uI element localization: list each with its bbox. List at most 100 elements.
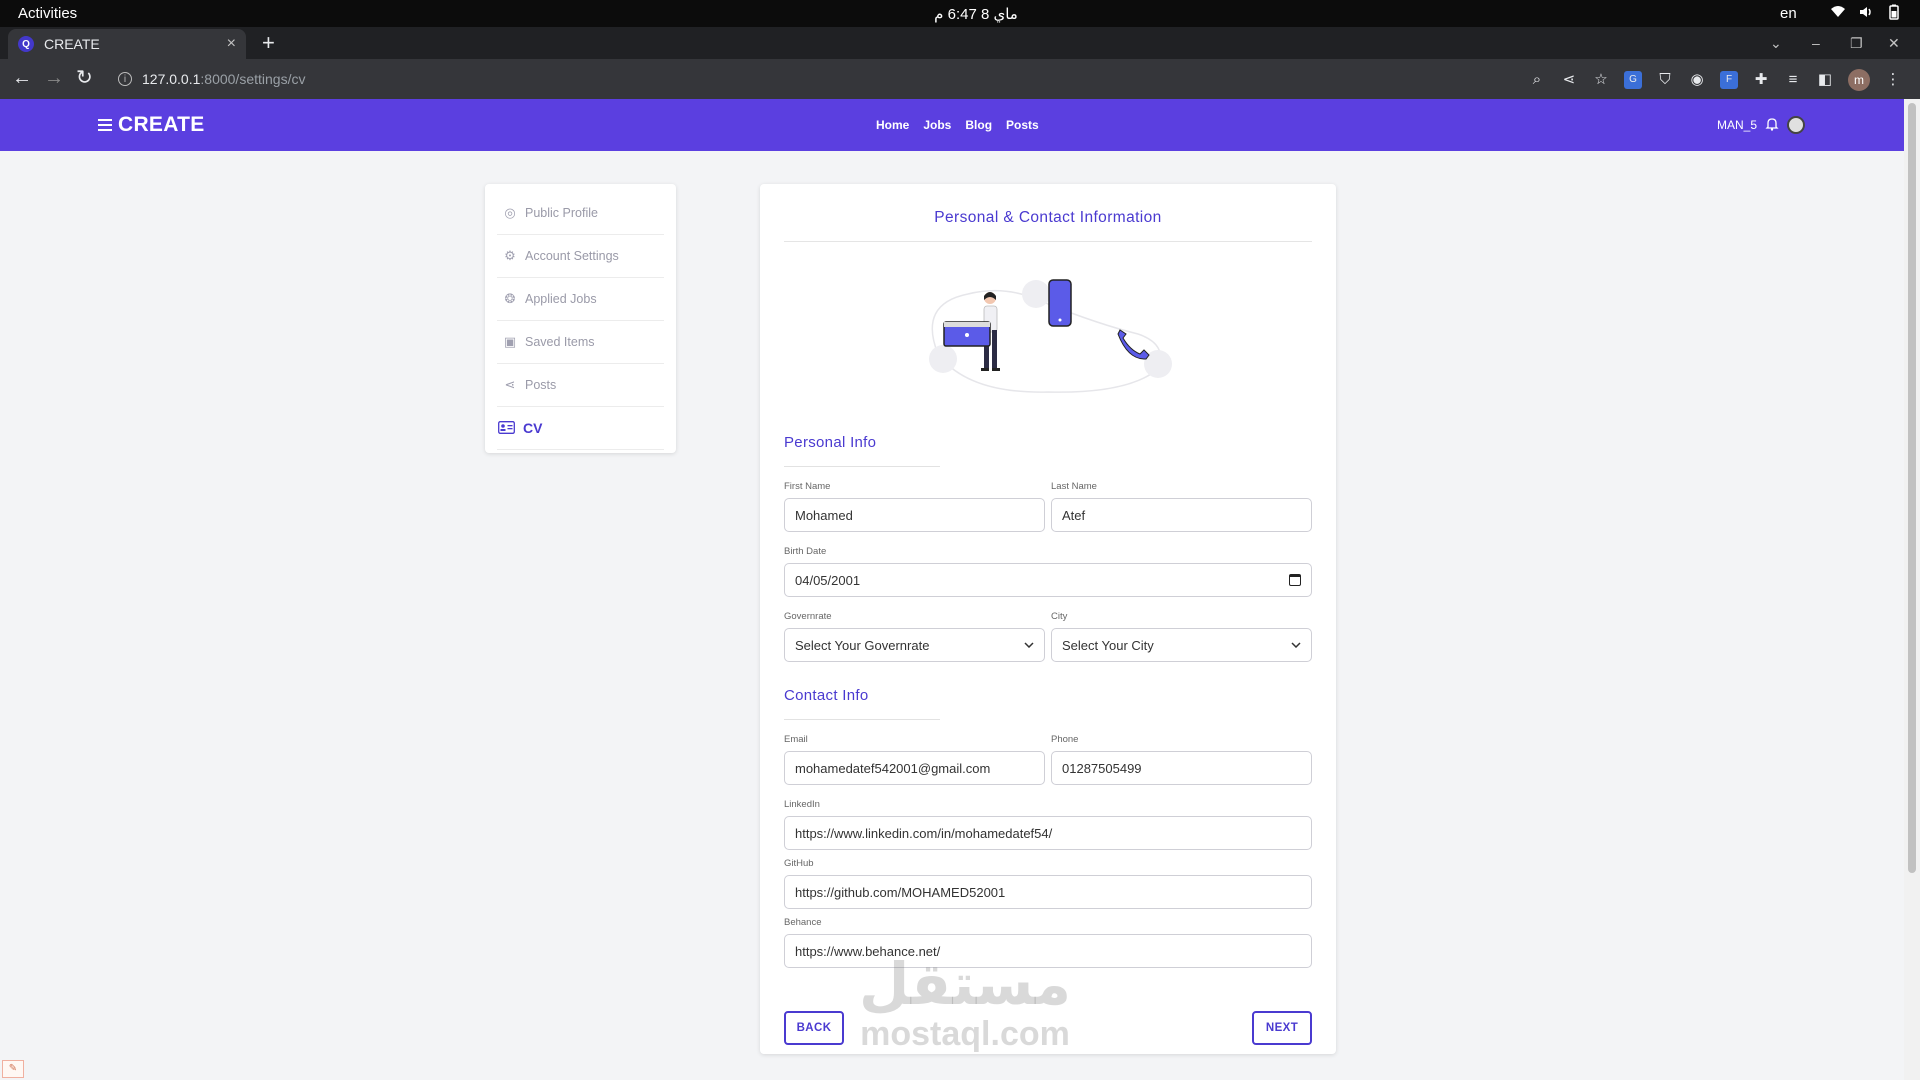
- gear-icon: ⚙: [504, 248, 516, 263]
- sidebar-item-label: Saved Items: [525, 335, 595, 349]
- scrollbar-thumb[interactable]: [1908, 103, 1916, 873]
- governorate-select[interactable]: Select Your Governrate: [784, 628, 1045, 662]
- phone-value: 01287505499: [1062, 760, 1142, 776]
- translate-extension-icon[interactable]: G: [1624, 71, 1642, 89]
- section-contact-info: Contact Info: [784, 687, 869, 704]
- sidebar-item-account-settings[interactable]: ⚙ Account Settings: [497, 235, 664, 278]
- fingerprint-icon: ❂: [504, 291, 516, 306]
- browser-tab-strip: Q CREATE × + ⌄ – ❐ ✕: [0, 27, 1920, 59]
- user-avatar[interactable]: [1787, 116, 1806, 134]
- email-field[interactable]: mohamedatef542001@gmail.com: [784, 751, 1045, 785]
- linkedin-field[interactable]: https://www.linkedin.com/in/mohamedatef5…: [784, 816, 1312, 850]
- last-name-field[interactable]: Atef: [1051, 498, 1312, 532]
- volume-icon: [1858, 4, 1874, 20]
- phone-label: Phone: [1051, 734, 1079, 745]
- last-name-label: Last Name: [1051, 481, 1097, 492]
- shield-extension-icon[interactable]: ⛉: [1656, 71, 1674, 89]
- forward-arrow-icon[interactable]: →: [44, 67, 64, 89]
- phone-field[interactable]: 01287505499: [1051, 751, 1312, 785]
- hamburger-menu-icon[interactable]: [98, 113, 112, 137]
- section-divider: [784, 719, 940, 720]
- site-info-icon[interactable]: i: [118, 72, 132, 86]
- sidebar-item-label: Applied Jobs: [525, 292, 597, 306]
- url-path: :8000/settings/cv: [200, 71, 306, 87]
- birth-date-field[interactable]: 04/05/2001: [784, 563, 1312, 597]
- nav-jobs[interactable]: Jobs: [923, 118, 951, 132]
- browser-toolbar: ← → ↻ i 127.0.0.1:8000/settings/cv ⌕ ⋖ ☆…: [0, 59, 1920, 99]
- minimize-icon[interactable]: –: [1812, 35, 1820, 51]
- contact-illustration: [929, 279, 1172, 393]
- city-label: City: [1051, 611, 1068, 622]
- section-divider: [784, 466, 940, 467]
- github-label: GitHub: [784, 858, 814, 869]
- browser-tab[interactable]: Q CREATE ×: [8, 29, 246, 59]
- main-nav: Home Jobs Blog Posts: [876, 118, 1039, 132]
- menu-kebab-icon[interactable]: ⋮: [1884, 71, 1902, 89]
- share-icon[interactable]: ⋖: [1560, 71, 1578, 89]
- back-button[interactable]: BACK: [784, 1011, 844, 1045]
- id-card-icon: [497, 421, 515, 435]
- system-tray[interactable]: [1830, 4, 1902, 20]
- font-extension-icon[interactable]: F: [1720, 71, 1738, 89]
- city-select[interactable]: Select Your City: [1051, 628, 1312, 662]
- tab-search-icon[interactable]: ⌄: [1770, 35, 1782, 52]
- sidebar-item-cv[interactable]: CV: [497, 407, 664, 450]
- puzzle-extension-icon[interactable]: ✚: [1752, 71, 1770, 89]
- form-title: Personal & Contact Information: [934, 209, 1162, 226]
- username[interactable]: MAN_5: [1717, 118, 1757, 132]
- reload-icon[interactable]: ↻: [76, 67, 93, 89]
- brand-logo[interactable]: CREATE: [98, 113, 205, 137]
- save-icon: ▣: [503, 334, 517, 349]
- system-clock[interactable]: ماي 8 6:47 م: [916, 5, 1036, 23]
- birth-date-label: Birth Date: [784, 546, 827, 557]
- close-tab-icon[interactable]: ×: [227, 35, 236, 53]
- mostaql-watermark: مستقل mostaql.com: [840, 955, 1090, 1054]
- github-value: https://github.com/MOHAMED52001: [795, 884, 1006, 900]
- battery-icon: [1886, 4, 1902, 20]
- address-bar[interactable]: i 127.0.0.1:8000/settings/cv: [110, 66, 1530, 92]
- nav-home[interactable]: Home: [876, 118, 909, 132]
- ublock-extension-icon[interactable]: ◉: [1688, 71, 1706, 89]
- sidebar-item-public-profile[interactable]: ◎ Public Profile: [497, 192, 664, 235]
- sidebar-item-applied-jobs[interactable]: ❂ Applied Jobs: [497, 278, 664, 321]
- email-label: Email: [784, 734, 808, 745]
- nav-posts[interactable]: Posts: [1006, 118, 1039, 132]
- sidebar-item-label: Public Profile: [525, 206, 598, 220]
- calendar-icon[interactable]: [1289, 574, 1301, 586]
- share-icon: ⋖: [504, 377, 516, 392]
- profile-avatar[interactable]: m: [1848, 69, 1870, 91]
- activities-button[interactable]: Activities: [18, 5, 77, 22]
- sidebar-item-posts[interactable]: ⋖ Posts: [497, 364, 664, 407]
- extension-icons: ⌕ ⋖ ☆ G ⛉ ◉ F ✚ ≡ ◧ m ⋮: [1528, 69, 1902, 91]
- tab-title: CREATE: [44, 36, 100, 52]
- next-button[interactable]: NEXT: [1252, 1011, 1312, 1045]
- first-name-value: Mohamed: [795, 507, 853, 523]
- watermark-arabic: مستقل: [858, 952, 1072, 1017]
- page-scrollbar[interactable]: [1904, 99, 1920, 1080]
- nav-blog[interactable]: Blog: [965, 118, 992, 132]
- linkedin-label: LinkedIn: [784, 799, 820, 810]
- zoom-icon[interactable]: ⌕: [1528, 71, 1546, 89]
- settings-sidebar: ◎ Public Profile ⚙ Account Settings ❂ Ap…: [485, 184, 676, 453]
- corner-status-icon[interactable]: ✎: [2, 1060, 24, 1078]
- notification-bell-icon[interactable]: [1765, 117, 1779, 134]
- reading-list-icon[interactable]: ≡: [1784, 71, 1802, 89]
- close-window-icon[interactable]: ✕: [1888, 35, 1900, 52]
- first-name-field[interactable]: Mohamed: [784, 498, 1045, 532]
- bookmark-star-icon[interactable]: ☆: [1592, 71, 1610, 89]
- email-value: mohamedatef542001@gmail.com: [795, 760, 991, 776]
- sidebar-item-label: Account Settings: [525, 249, 619, 263]
- governorate-label: Governrate: [784, 611, 832, 622]
- site-favicon-icon: Q: [18, 36, 34, 52]
- sidebar-item-saved-items[interactable]: ▣ Saved Items: [497, 321, 664, 364]
- keyboard-language[interactable]: en: [1780, 5, 1797, 22]
- section-personal-info: Personal Info: [784, 434, 877, 451]
- url-host: 127.0.0.1: [142, 71, 201, 87]
- side-panel-icon[interactable]: ◧: [1816, 71, 1834, 89]
- new-tab-icon[interactable]: +: [262, 32, 275, 54]
- linkedin-value: https://www.linkedin.com/in/mohamedatef5…: [795, 825, 1053, 841]
- github-field[interactable]: https://github.com/MOHAMED52001: [784, 875, 1312, 909]
- cv-form-card: Personal & Contact Information Personal …: [760, 184, 1336, 1054]
- restore-icon[interactable]: ❐: [1850, 35, 1863, 52]
- back-arrow-icon[interactable]: ←: [12, 67, 32, 89]
